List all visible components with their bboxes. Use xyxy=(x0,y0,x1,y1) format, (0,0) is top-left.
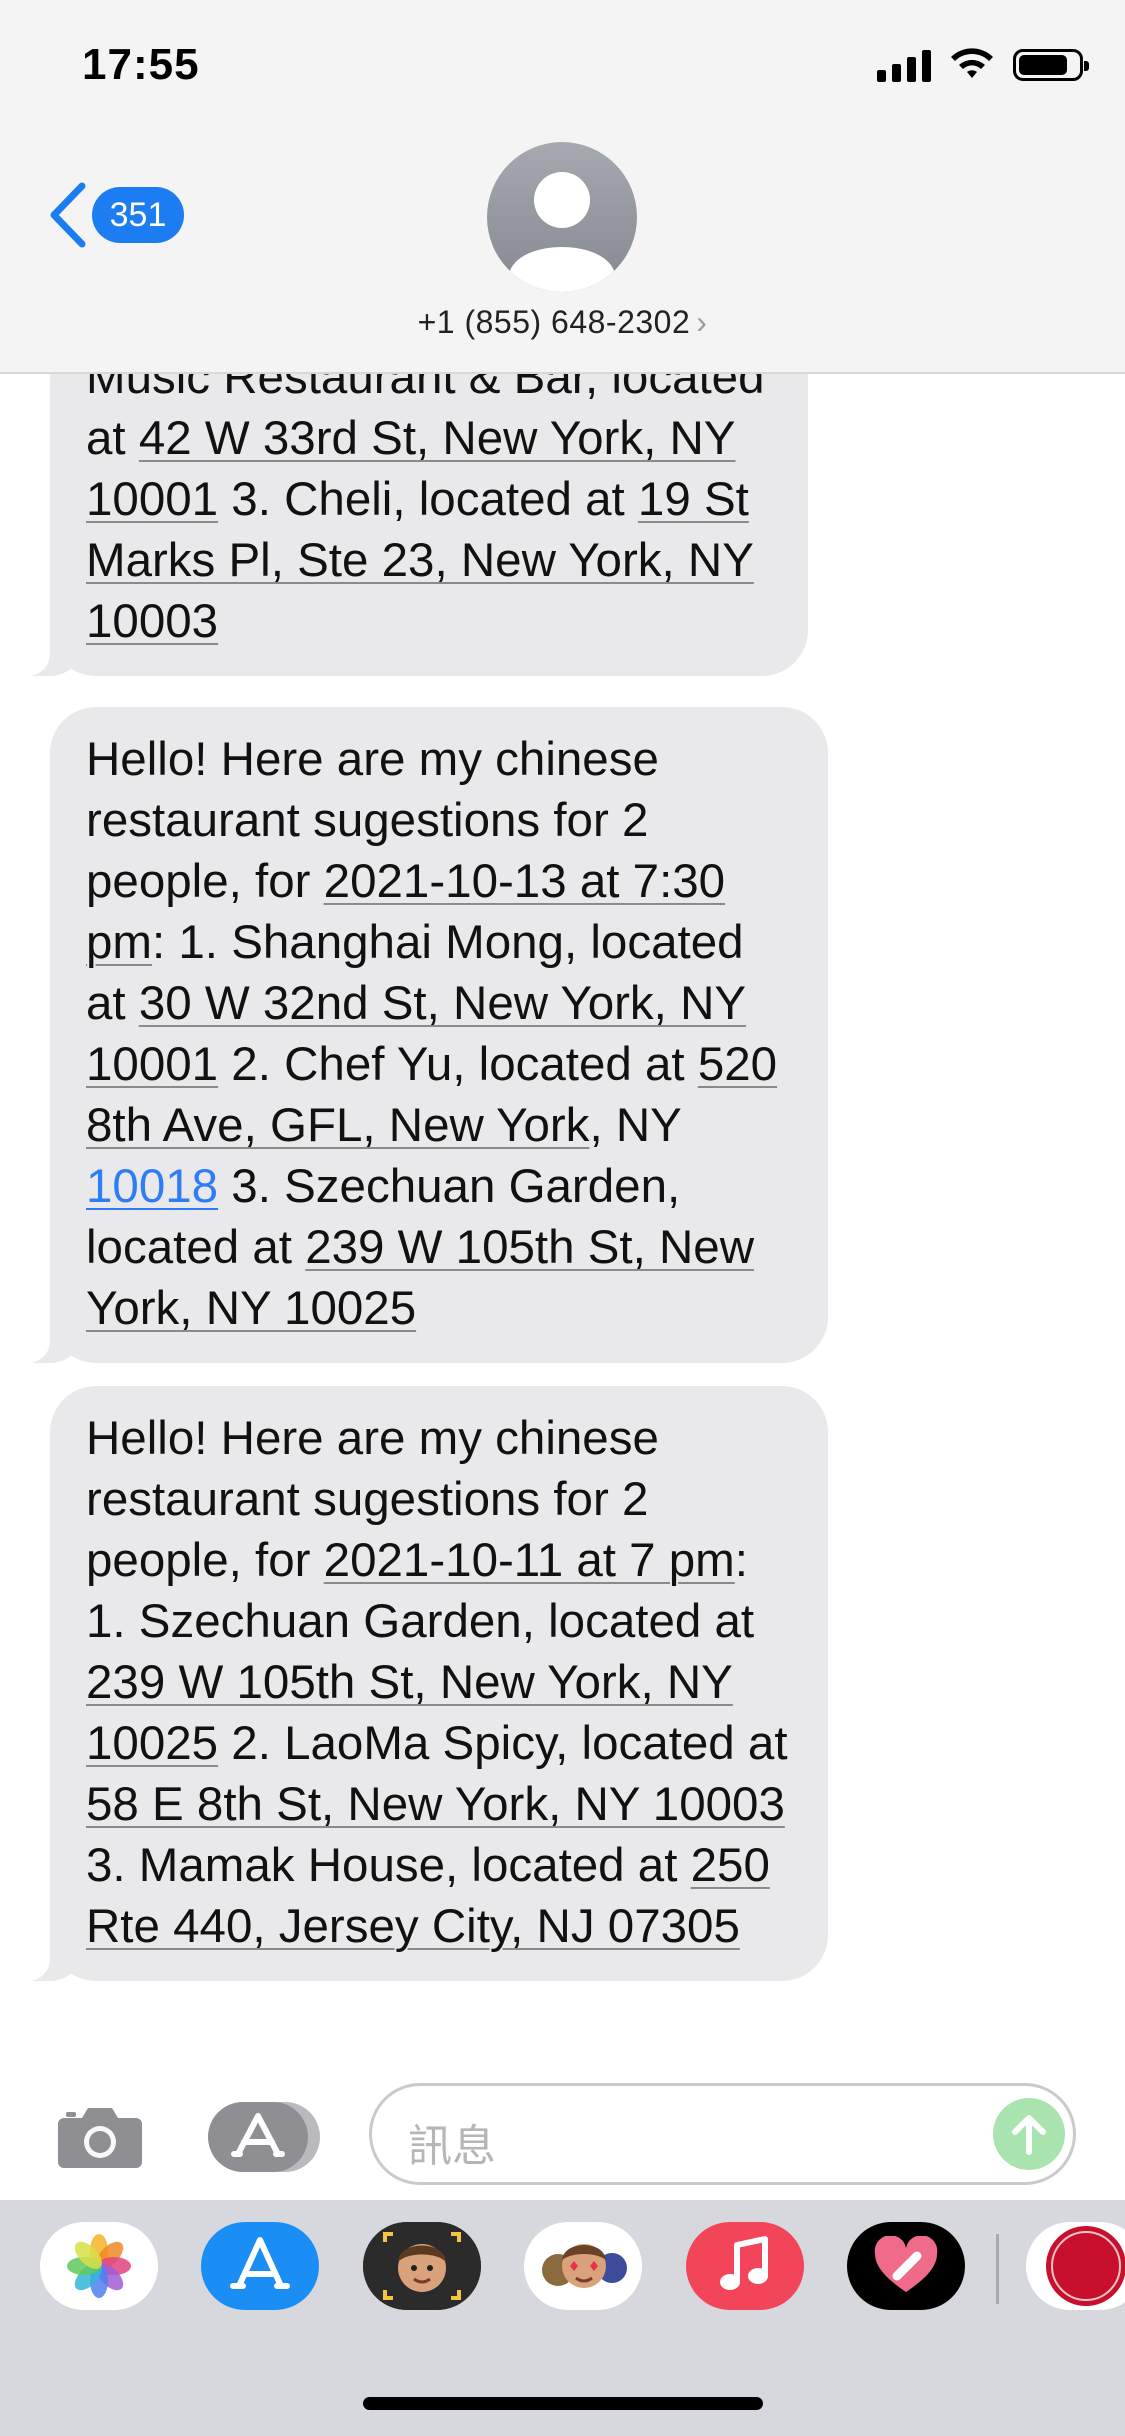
digital-touch-app-button[interactable] xyxy=(847,2222,965,2310)
memoji-camera-app-button[interactable] xyxy=(363,2222,481,2310)
music-app-button[interactable] xyxy=(686,2222,804,2310)
app-drawer xyxy=(0,2200,1125,2436)
photos-icon xyxy=(67,2234,131,2298)
heart-digital-touch-icon xyxy=(874,2236,938,2292)
memoji-stickers-app-button[interactable] xyxy=(524,2222,642,2310)
we-are-family-app-button[interactable] xyxy=(1026,2222,1125,2310)
message-text-segment: 3. Cheli, located at xyxy=(218,473,638,526)
home-indicator[interactable] xyxy=(363,2397,763,2410)
battery-icon xyxy=(1013,49,1089,81)
contact-number: +1 (855) 648-2302 xyxy=(417,304,691,340)
chevron-left-icon xyxy=(50,182,86,248)
message-text: Hello! Here are my chinese restaurant su… xyxy=(86,729,792,1339)
back-button[interactable]: 351 xyxy=(48,182,184,248)
contact-name[interactable]: +1 (855) 648-2302 › xyxy=(0,304,1125,341)
detected-data-link[interactable]: 2021-10-11 at 7 pm xyxy=(324,1534,735,1587)
we-are-family-icon xyxy=(1046,2226,1125,2306)
message-text: Music Restaurant & Bar, located at 42 W … xyxy=(86,347,772,652)
detected-data-link[interactable]: 58 E 8th St, New York, NY 10003 xyxy=(86,1778,785,1831)
app-store-icon xyxy=(208,2102,320,2172)
conversation-header: 17:55 351 +1 (855) 648-2302 › xyxy=(0,0,1125,374)
message-bubble[interactable]: Hello! Here are my chinese restaurant su… xyxy=(16,707,828,1363)
message-text-segment: , NY xyxy=(589,1099,681,1152)
chevron-right-icon: › xyxy=(696,304,708,340)
wifi-icon xyxy=(951,48,993,78)
memoji-stickers-icon xyxy=(542,2244,627,2288)
message-bubble[interactable]: Music Restaurant & Bar, located at 42 W … xyxy=(16,325,808,676)
unread-count-badge: 351 xyxy=(92,187,184,243)
message-text-segment: 2. LaoMa Spicy, located at xyxy=(218,1717,788,1770)
drawer-divider xyxy=(996,2234,999,2304)
camera-icon xyxy=(58,2108,142,2168)
memoji-camera-icon xyxy=(363,2222,481,2310)
message-text-segment: 3. Mamak House, located at xyxy=(86,1839,691,1892)
status-time: 17:55 xyxy=(82,40,200,89)
message-input-placeholder: 訊息 xyxy=(408,2121,496,2172)
app-store-app-button[interactable] xyxy=(201,2222,319,2310)
arrow-up-icon xyxy=(1012,2115,1046,2155)
music-icon xyxy=(720,2236,768,2290)
status-icons xyxy=(877,48,1089,82)
photos-app-button[interactable] xyxy=(40,2222,158,2310)
message-bubble[interactable]: Hello! Here are my chinese restaurant su… xyxy=(16,1386,828,1981)
phone-number-link[interactable]: 10018 xyxy=(86,1160,218,1213)
message-input[interactable]: 訊息 xyxy=(369,2083,1076,2185)
send-button[interactable] xyxy=(993,2098,1065,2170)
message-text-segment: 2. Chef Yu, located at xyxy=(218,1038,698,1091)
camera-button[interactable] xyxy=(56,2104,144,2175)
contact-avatar[interactable] xyxy=(487,142,637,292)
message-text: Hello! Here are my chinese restaurant su… xyxy=(86,1408,792,1957)
app-store-button[interactable] xyxy=(206,2098,322,2181)
person-silhouette-icon xyxy=(509,172,615,292)
app-store-icon xyxy=(230,2237,290,2289)
cellular-signal-icon xyxy=(877,48,931,82)
